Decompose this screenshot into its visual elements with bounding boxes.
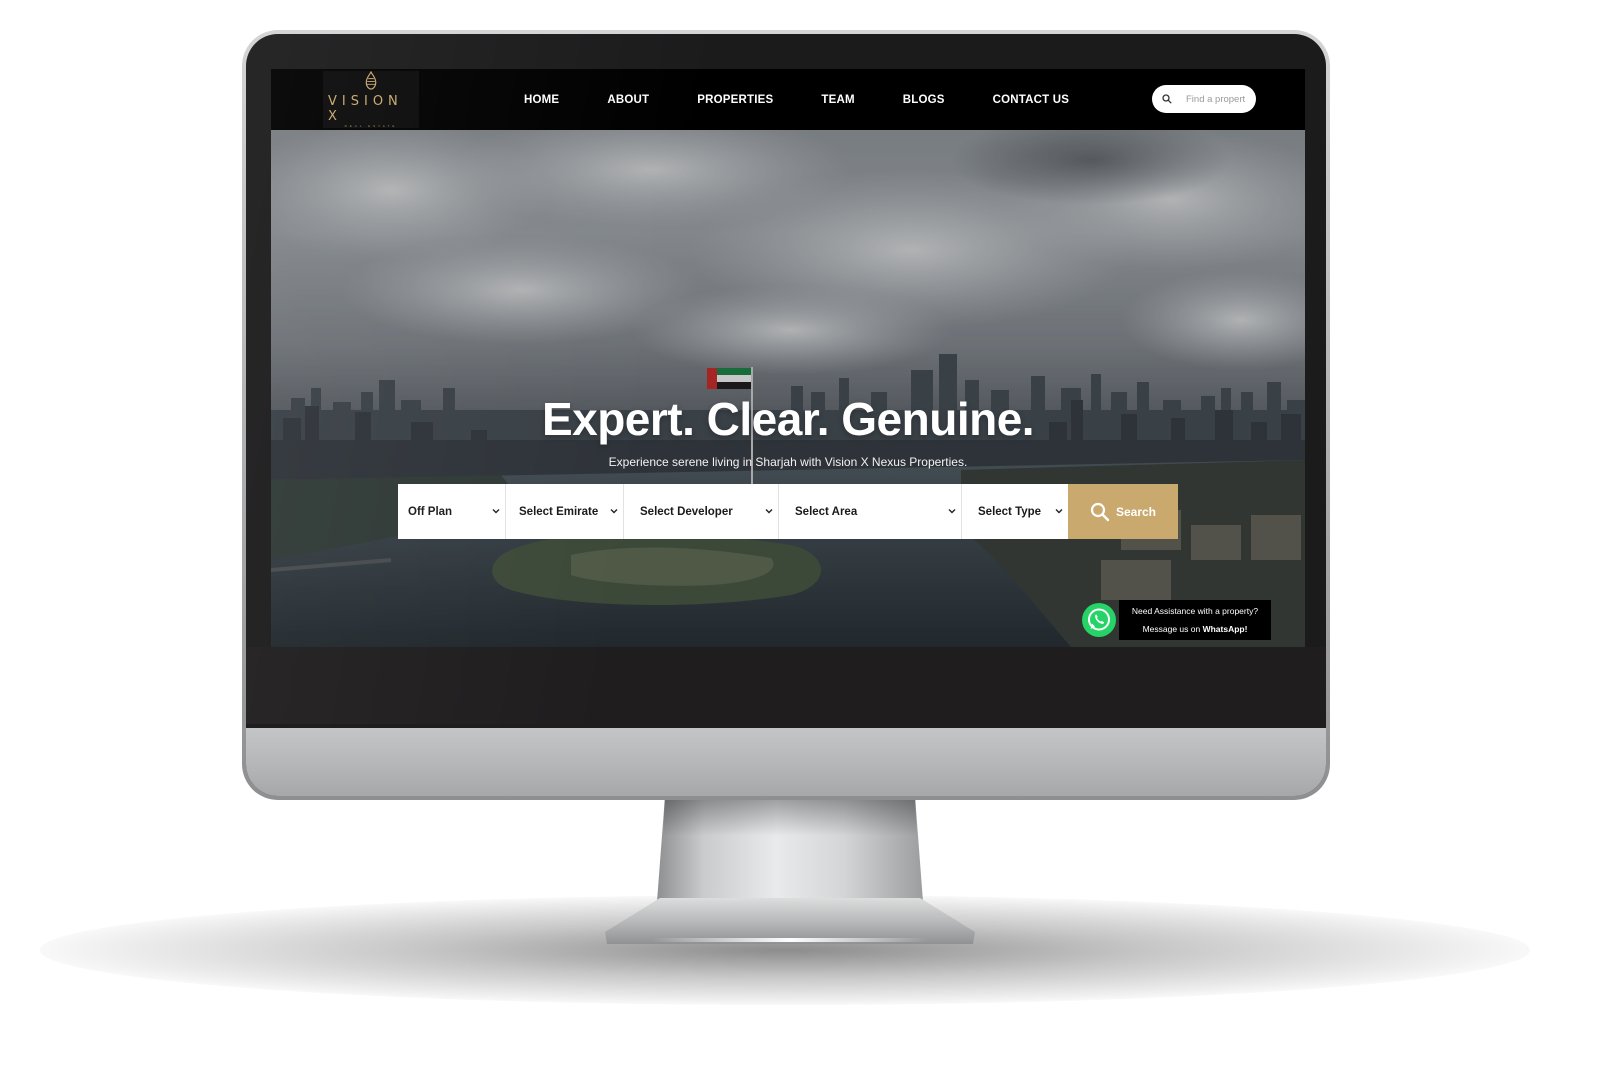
mockup-stage: VISION X REAL ESTATE HOME ABOUT PROPERTI… (0, 0, 1600, 1066)
monitor-frame: VISION X REAL ESTATE HOME ABOUT PROPERTI… (242, 30, 1330, 800)
emirate-value: Select Emirate (519, 505, 599, 518)
nav-properties[interactable]: PROPERTIES (697, 94, 773, 106)
search-button-label: Search (1115, 504, 1157, 519)
whatsapp-line-2-bold: WhatsApp! (1202, 624, 1248, 634)
emirate-select[interactable]: Select Emirate (506, 484, 624, 539)
whatsapp-line-2-prefix: Message us on (1142, 624, 1203, 634)
site-logo[interactable]: VISION X REAL ESTATE (323, 71, 419, 128)
chevron-down-icon (1055, 509, 1063, 514)
listing-status-value: Off Plan (408, 505, 453, 518)
site-navbar: VISION X REAL ESTATE HOME ABOUT PROPERTI… (271, 69, 1305, 130)
type-select[interactable]: Select Type (962, 484, 1068, 539)
listing-status-select[interactable]: Off Plan (398, 484, 506, 539)
hero-headline: Expert. Clear. Genuine. (541, 393, 1035, 445)
chevron-down-icon (948, 509, 956, 514)
chevron-down-icon (765, 509, 773, 514)
hero-section: Expert. Clear. Genuine. Experience seren… (271, 130, 1305, 647)
whatsapp-icon[interactable] (1081, 602, 1117, 638)
whatsapp-line-2: Message us on WhatsApp! (1143, 620, 1248, 638)
logo-flame-icon (365, 71, 377, 90)
logo-tagline: REAL ESTATE (344, 124, 398, 128)
hero-dark-overlay (271, 130, 1305, 647)
monitor-stand-highlight (652, 938, 928, 942)
nav-blogs[interactable]: BLOGS (903, 94, 945, 106)
logo-text: VISION X (328, 94, 403, 124)
nav-about[interactable]: ABOUT (607, 94, 649, 106)
nav-search-placeholder: Find a propert (1186, 93, 1246, 105)
area-select[interactable]: Select Area (779, 484, 962, 539)
monitor-chin (246, 720, 1326, 796)
search-icon (1090, 502, 1110, 521)
whatsapp-line-1: Need Assistance with a property? (1131, 606, 1259, 616)
nav-search-input[interactable]: Find a propert (1152, 85, 1256, 113)
whatsapp-assistance-banner[interactable]: Need Assistance with a property? Message… (1119, 600, 1271, 640)
chevron-down-icon (492, 509, 500, 514)
search-icon (1162, 94, 1172, 104)
nav-contact-us[interactable]: CONTACT US (993, 94, 1070, 106)
nav-team[interactable]: TEAM (821, 94, 854, 106)
area-value: Select Area (795, 505, 858, 518)
monitor-stand-shade (663, 796, 917, 836)
search-button[interactable]: Search (1068, 484, 1178, 539)
hero-subheading: Experience serene living in Sharjah with… (608, 455, 968, 469)
nav-home[interactable]: HOME (524, 94, 559, 106)
monitor-bezel: VISION X REAL ESTATE HOME ABOUT PROPERTI… (246, 34, 1326, 796)
type-value: Select Type (978, 505, 1042, 518)
main-nav: HOME ABOUT PROPERTIES TEAM BLOGS CONTACT… (524, 69, 1117, 130)
chevron-down-icon (610, 509, 618, 514)
screen-lower-area (246, 647, 1326, 728)
website-screen: VISION X REAL ESTATE HOME ABOUT PROPERTI… (271, 69, 1305, 647)
property-search-bar: Off Plan Select Emirate Select Developer (398, 484, 1178, 539)
developer-value: Select Developer (640, 505, 733, 518)
developer-select[interactable]: Select Developer (624, 484, 779, 539)
